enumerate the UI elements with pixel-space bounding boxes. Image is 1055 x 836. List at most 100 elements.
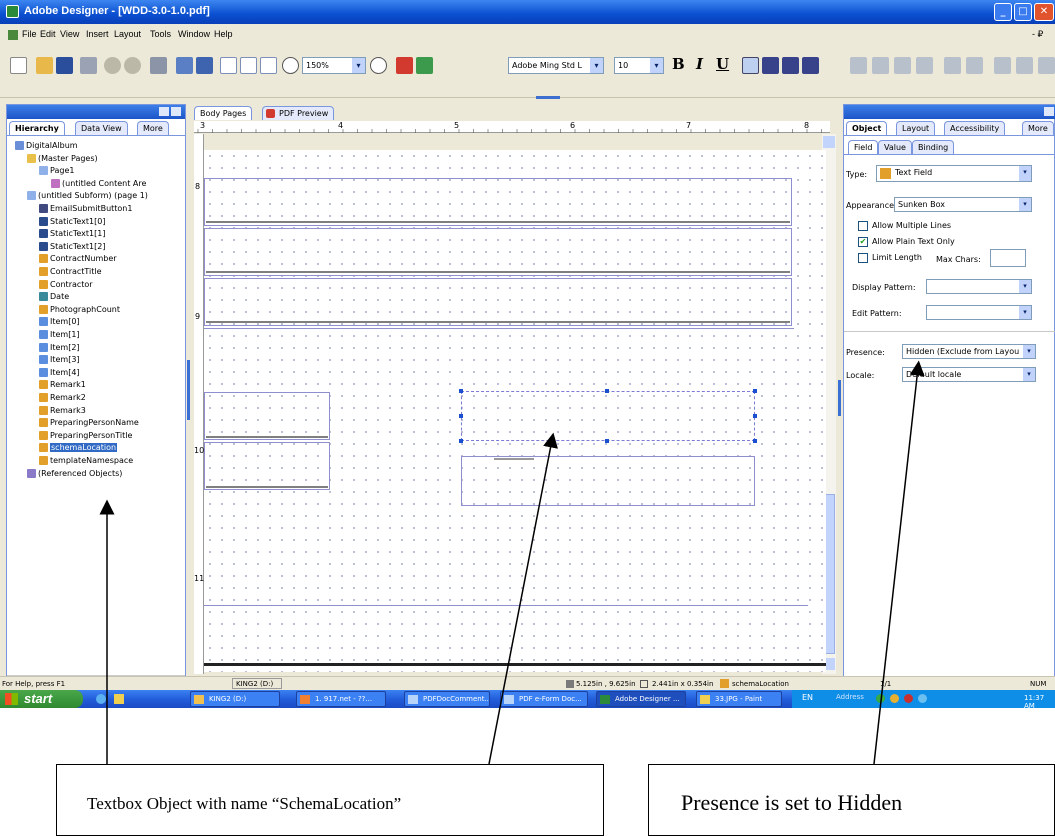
tab-object[interactable]: Object — [846, 121, 888, 135]
distribute-vertical-icon[interactable] — [966, 57, 983, 74]
tree-item[interactable]: ContractTitle — [39, 267, 102, 277]
tree-item[interactable]: Item[4] — [39, 367, 80, 378]
tree-item[interactable]: Remark3 — [39, 405, 86, 416]
locale-select[interactable]: Default locale ▾ — [902, 367, 1036, 382]
network-tray-icon[interactable] — [876, 694, 885, 703]
folder-quicklaunch-icon[interactable] — [114, 694, 124, 704]
collapse-icon[interactable] — [1044, 107, 1054, 116]
align-center-icon[interactable] — [762, 57, 779, 74]
display-pattern-select[interactable]: ▾ — [926, 279, 1032, 294]
task-paint[interactable]: 33.JPG - Paint — [696, 691, 782, 707]
tree-item[interactable]: PreparingPersonName — [39, 418, 139, 428]
menu-insert[interactable]: Insert — [86, 29, 109, 39]
tab-data-view[interactable]: Data View — [75, 121, 128, 135]
tree-item[interactable]: Item[2] — [39, 342, 80, 353]
align-objects-bottom-icon[interactable] — [916, 57, 933, 74]
selection-handle[interactable] — [753, 389, 757, 393]
page-wide-icon[interactable] — [260, 57, 277, 74]
right-splitter[interactable] — [838, 380, 841, 416]
allow-multiple-lines-checkbox[interactable] — [858, 221, 868, 231]
edit-pattern-select[interactable]: ▾ — [926, 305, 1032, 320]
save-icon[interactable] — [56, 57, 73, 74]
tree-item[interactable]: Date — [39, 292, 69, 302]
subtab-binding[interactable]: Binding — [912, 140, 955, 154]
align-objects-top-icon[interactable] — [894, 57, 911, 74]
security-tray-icon[interactable] — [904, 694, 913, 703]
bold-button[interactable]: B — [672, 55, 685, 73]
presence-select[interactable]: Hidden (Exclude from Layou ▾ — [902, 344, 1036, 359]
task-pdfdoccomment[interactable]: PDFDocComment... — [404, 691, 490, 707]
close-palette-icon[interactable] — [171, 107, 181, 116]
tree-item[interactable]: Contractor — [39, 279, 93, 290]
close-button[interactable]: ✕ — [1034, 3, 1054, 21]
max-chars-input[interactable] — [990, 249, 1026, 267]
task-917net[interactable]: 1. 917.net - ??... — [296, 691, 386, 707]
print-icon[interactable] — [80, 57, 97, 74]
zoom-in-icon[interactable] — [370, 57, 387, 74]
justify-icon[interactable] — [802, 57, 819, 74]
tree-item[interactable]: Item[1] — [39, 330, 80, 340]
menu-help[interactable]: Help — [214, 29, 233, 39]
document-window-controls[interactable]: - ₽ — [1032, 29, 1043, 40]
tree-item[interactable]: Remark1 — [39, 380, 86, 390]
tree-item[interactable]: Item[3] — [39, 355, 80, 365]
tree-item[interactable]: StaticText1[2] — [39, 241, 105, 252]
align-left-icon[interactable] — [742, 57, 759, 74]
tab-layout[interactable]: Layout — [896, 121, 936, 135]
page-double-icon[interactable] — [240, 57, 257, 74]
spell-check-icon[interactable] — [396, 57, 413, 74]
task-king2[interactable]: KING2 (D:) — [190, 691, 280, 707]
type-select[interactable]: Text Field ▾ — [876, 165, 1032, 182]
tree-item[interactable]: Page1 — [39, 166, 74, 176]
distribute-horizontal-icon[interactable] — [944, 57, 961, 74]
tab-pdf-preview[interactable]: PDF Preview — [262, 106, 335, 120]
selection-handle[interactable] — [605, 389, 609, 393]
align-objects-left-icon[interactable] — [850, 57, 867, 74]
menu-tools[interactable]: Tools — [150, 29, 171, 39]
tree-item[interactable]: Remark2 — [39, 393, 86, 403]
task-pdf-eform[interactable]: PDF e-Form Doc... — [500, 691, 588, 707]
task-adobe-designer[interactable]: Adobe Designer ... — [596, 691, 686, 707]
layout-grid-icon[interactable] — [176, 57, 193, 74]
tree-item[interactable]: (untitled Subform) (page 1) — [27, 191, 148, 201]
menu-edit[interactable]: Edit — [40, 29, 56, 39]
selection-handle[interactable] — [753, 439, 757, 443]
selection-handle[interactable] — [605, 439, 609, 443]
collapse-icon[interactable] — [159, 107, 169, 116]
preview-icon[interactable] — [416, 57, 433, 74]
selection-handle[interactable] — [459, 389, 463, 393]
new-document-icon[interactable] — [10, 57, 27, 74]
tree-item[interactable]: (Referenced Objects) — [27, 468, 122, 479]
tab-body-pages[interactable]: Body Pages — [194, 106, 253, 120]
selection-handle[interactable] — [459, 414, 463, 418]
scroll-up-icon[interactable] — [823, 136, 835, 148]
zoom-out-icon[interactable] — [282, 57, 299, 74]
selection-handle[interactable] — [753, 414, 757, 418]
subtab-field[interactable]: Field — [848, 140, 879, 154]
templatenamespace-field[interactable] — [461, 456, 755, 506]
find-icon[interactable] — [150, 57, 167, 74]
undo-icon[interactable] — [104, 57, 121, 74]
tree-item[interactable]: EmailSubmitButton1 — [39, 204, 132, 214]
page-icon[interactable] — [220, 57, 237, 74]
tree-item[interactable]: DigitalAlbum — [15, 141, 78, 151]
tab-accessibility[interactable]: Accessibility — [944, 121, 1006, 135]
menu-view[interactable]: View — [60, 29, 79, 39]
match-height-icon[interactable] — [1016, 57, 1033, 74]
selection-handle[interactable] — [459, 439, 463, 443]
tree-item[interactable]: Item[0] — [39, 317, 80, 327]
tree-item[interactable]: (untitled Content Are — [51, 178, 146, 189]
tree-item[interactable]: StaticText1[1] — [39, 229, 105, 239]
ie-quicklaunch-icon[interactable] — [96, 694, 106, 704]
appearance-select[interactable]: Sunken Box ▾ — [894, 197, 1032, 212]
tree-item[interactable]: (Master Pages) — [27, 153, 98, 164]
tree-item[interactable]: PhotographCount — [39, 304, 120, 315]
italic-button[interactable]: I — [696, 55, 703, 73]
form-field-box[interactable] — [204, 442, 330, 490]
tree-item[interactable]: PreparingPersonTitle — [39, 430, 132, 441]
menu-file[interactable]: File — [22, 29, 37, 39]
match-width-icon[interactable] — [994, 57, 1011, 74]
open-folder-icon[interactable] — [36, 57, 53, 74]
subtab-value[interactable]: Value — [878, 140, 912, 154]
toolbar-drag-handle[interactable] — [536, 96, 560, 99]
